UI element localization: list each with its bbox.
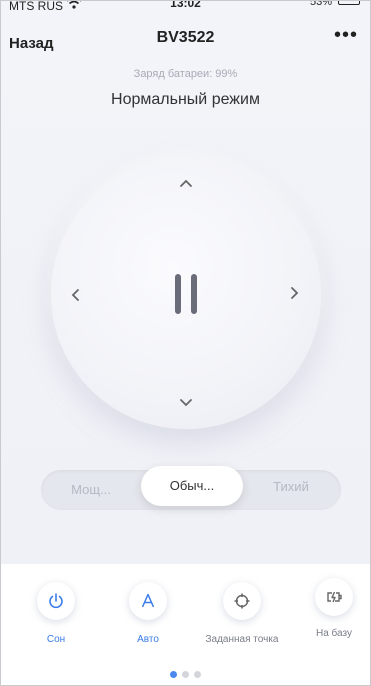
chevron-right-icon[interactable] <box>283 281 307 305</box>
auto-label: Авто <box>137 634 159 645</box>
suction-option-normal[interactable]: Обыч... <box>141 466 243 506</box>
battery-percentage: 53% <box>309 0 332 8</box>
page-dot[interactable] <box>194 671 201 678</box>
pause-icon[interactable] <box>161 269 211 319</box>
charging-battery-icon <box>315 578 353 616</box>
chevron-down-icon[interactable] <box>174 391 198 415</box>
actions-panel: Сон Авто Заданная точка На базу <box>1 564 370 685</box>
power-icon <box>37 582 75 620</box>
crosshair-icon <box>223 582 261 620</box>
direction-pad[interactable] <box>51 159 321 429</box>
dock-button[interactable]: На базу <box>289 578 370 639</box>
sleep-label: Сон <box>46 634 66 645</box>
battery-status: Заряд батареи: 99% <box>133 68 238 80</box>
chevron-up-icon[interactable] <box>174 171 198 195</box>
carrier-name: MTS RUS <box>9 0 63 13</box>
letter-a-icon <box>129 582 167 620</box>
spot-label: Заданная точка <box>205 634 279 645</box>
page-dot[interactable] <box>182 671 189 678</box>
chevron-left-icon[interactable] <box>63 283 87 307</box>
dock-label: На базу <box>316 628 352 639</box>
pause-bar <box>191 274 197 314</box>
status-bar: MTS RUS 13:02 53% <box>1 1 370 15</box>
auto-button[interactable]: Авто <box>103 582 193 645</box>
status-time: 13:02 <box>170 0 201 10</box>
page-indicator <box>1 671 370 678</box>
battery-icon <box>338 1 360 5</box>
suction-option-quiet[interactable]: Тихий <box>241 467 341 507</box>
pause-bar <box>175 274 181 314</box>
mode-status: Нормальный режим <box>111 91 260 108</box>
page-title: BV3522 <box>156 29 215 46</box>
header: Назад BV3522 ••• <box>1 25 370 55</box>
suction-option-max[interactable]: Мощ... <box>41 470 141 510</box>
ellipsis-icon[interactable]: ••• <box>334 25 358 45</box>
spot-button[interactable]: Заданная точка <box>197 582 287 645</box>
suction-selector: Мощ... Тихий Обыч... <box>41 466 341 510</box>
wifi-icon <box>67 1 81 9</box>
app-screen: MTS RUS 13:02 53% Назад BV3522 ••• Заряд… <box>0 0 371 686</box>
page-dot-active[interactable] <box>170 671 177 678</box>
sleep-button[interactable]: Сон <box>11 582 101 645</box>
